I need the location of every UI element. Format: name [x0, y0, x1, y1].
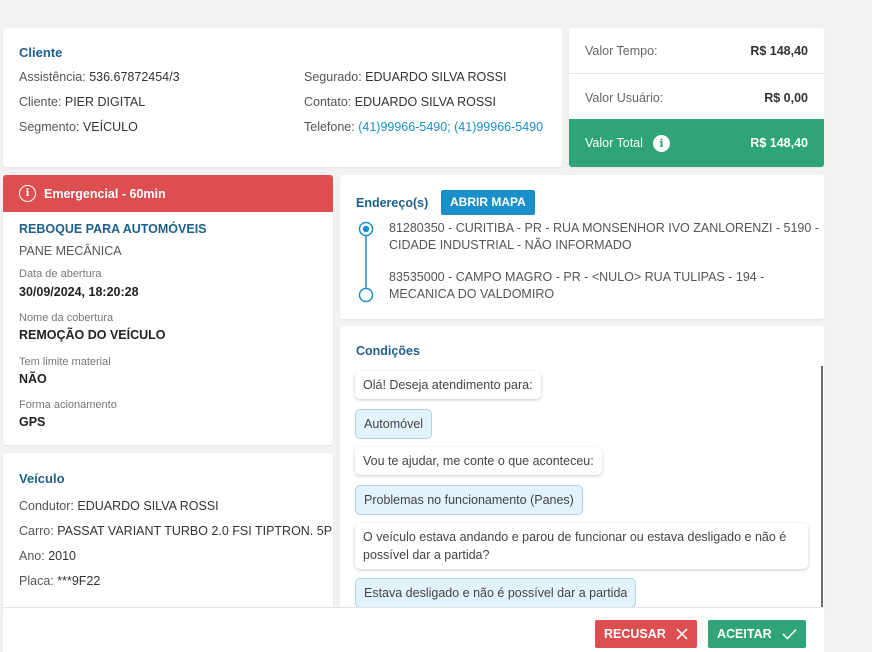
contato-label: Contato:	[304, 95, 352, 109]
chat-question: Vou te ajudar, me conte o que aconteceu:	[355, 447, 602, 475]
valor-usuario-value: R$ 0,00	[764, 90, 808, 105]
cobertura-value: REMOÇÃO DO VEÍCULO	[19, 328, 166, 342]
cliente-title: Cliente	[19, 45, 63, 60]
destino-address: 83535000 - CAMPO MAGRO - PR - <NULO> RUA…	[389, 269, 764, 303]
chat-scrollbar[interactable]	[821, 366, 823, 611]
segurado-field: Segurado: EDUARDO SILVA ROSSI	[304, 70, 506, 84]
recusar-label: RECUSAR	[604, 627, 666, 641]
divider	[569, 73, 824, 74]
valor-total-row: Valor Total i R$ 148,40	[569, 119, 824, 167]
aceitar-button[interactable]: ACEITAR	[708, 620, 806, 648]
aceitar-label: ACEITAR	[717, 627, 772, 641]
cliente-card: Cliente Assistência: 536.67872454/3 Clie…	[3, 28, 562, 167]
info-icon[interactable]: i	[652, 134, 670, 152]
segmento-field: Segmento: VEÍCULO	[19, 120, 138, 134]
valores-panel: Valor Tempo: R$ 148,40 Valor Usuário: R$…	[569, 28, 824, 167]
destino-line2: MECANICA DO VALDOMIRO	[389, 287, 555, 301]
emergencial-label: Emergencial - 60min	[44, 186, 166, 201]
condicoes-title: Condições	[356, 344, 420, 358]
placa-label: Placa:	[19, 574, 54, 588]
condutor-value: EDUARDO SILVA ROSSI	[77, 499, 219, 513]
contato-value: EDUARDO SILVA ROSSI	[354, 95, 496, 109]
emergencial-badge: i Emergencial - 60min	[3, 175, 333, 212]
carro-field: Carro: PASSAT VARIANT TURBO 2.0 FSI TIPT…	[19, 524, 332, 538]
ano-label: Ano:	[19, 549, 45, 563]
forma-value: GPS	[19, 415, 46, 429]
valor-total-label: Valor Total	[585, 135, 643, 150]
carro-label: Carro:	[19, 524, 54, 538]
contato-field: Contato: EDUARDO SILVA ROSSI	[304, 95, 496, 109]
placa-value: ***9F22	[57, 574, 101, 588]
origem-line1: 81280350 - CURITIBA - PR - RUA MONSENHOR…	[389, 221, 819, 235]
telefone-link[interactable]: (41)99966-5490; (41)99966-5490	[358, 120, 543, 134]
abrir-mapa-button[interactable]: ABRIR MAPA	[441, 190, 535, 215]
servico-tipo: REBOQUE PARA AUTOMÓVEIS	[19, 222, 207, 236]
veiculo-title: Veículo	[19, 471, 65, 486]
destino-line1: 83535000 - CAMPO MAGRO - PR - <NULO> RUA…	[389, 270, 765, 284]
valor-total-value: R$ 148,40	[750, 136, 808, 150]
action-footer: RECUSAR ACEITAR	[3, 607, 824, 652]
endereco-title: Endereço(s)	[356, 196, 429, 210]
route-timeline	[358, 221, 374, 303]
check-icon	[782, 628, 797, 640]
limite-label: Tem limite material	[19, 356, 111, 368]
valor-tempo-value: R$ 148,40	[750, 43, 808, 58]
forma-label: Forma acionamento	[19, 399, 117, 411]
cliente-label: Cliente:	[19, 95, 62, 109]
data-abertura-value: 30/09/2024, 18:20:28	[19, 285, 139, 299]
data-abertura-label: Data de abertura	[19, 268, 102, 280]
ano-field: Ano: 2010	[19, 549, 76, 563]
condutor-field: Condutor: EDUARDO SILVA ROSSI	[19, 499, 219, 513]
cobertura-label: Nome da cobertura	[19, 312, 114, 324]
chat-answer: Problemas no funcionamento (Panes)	[355, 485, 583, 515]
close-icon	[676, 628, 688, 640]
origem-line2: CIDADE INDUSTRIAL - NÃO INFORMADO	[389, 238, 632, 252]
cliente-value: PIER DIGITAL	[64, 95, 146, 109]
assistencia-label: Assistência:	[19, 70, 86, 84]
recusar-button[interactable]: RECUSAR	[595, 620, 697, 648]
valor-total-label-wrap: Valor Total i	[585, 134, 670, 152]
ano-value: 2010	[48, 549, 77, 563]
chat-question-line1: O veículo estava andando e parou de func…	[363, 530, 787, 544]
valor-usuario-row: Valor Usuário: R$ 0,00	[569, 75, 824, 120]
alert-icon: i	[19, 185, 36, 202]
placa-field: Placa: ***9F22	[19, 574, 100, 588]
condutor-label: Condutor:	[19, 499, 74, 513]
veiculo-card: Veículo Condutor: EDUARDO SILVA ROSSI Ca…	[3, 453, 333, 613]
assistencia-field: Assistência: 536.67872454/3	[19, 70, 180, 84]
endereco-card: Endereço(s) ABRIR MAPA 81280350 - CURITI…	[340, 175, 824, 319]
telefone-field: Telefone: (41)99966-5490; (41)99966-5490	[304, 120, 543, 134]
chat-question: O veículo estava andando e parou de func…	[355, 523, 808, 569]
carro-value: PASSAT VARIANT TURBO 2.0 FSI TIPTRON. 5P	[57, 524, 333, 538]
segmento-label: Segmento:	[19, 120, 80, 134]
chat-answer: Estava desligado e não é possível dar a …	[355, 578, 637, 608]
chat-answer: Automóvel	[355, 409, 433, 439]
origem-address: 81280350 - CURITIBA - PR - RUA MONSENHOR…	[389, 220, 819, 254]
condicoes-card: Condições Olá! Deseja atendimento para: …	[340, 326, 824, 616]
telefone-label: Telefone:	[304, 120, 355, 134]
valor-tempo-row: Valor Tempo: R$ 148,40	[569, 28, 824, 73]
limite-value: NÃO	[19, 372, 47, 386]
servico-problema: PANE MECÂNICA	[19, 244, 122, 258]
chat-question-line2: possível dar a partida?	[363, 548, 490, 562]
segurado-value: EDUARDO SILVA ROSSI	[365, 70, 507, 84]
cliente-field: Cliente: PIER DIGITAL	[19, 95, 145, 109]
valor-usuario-label: Valor Usuário:	[585, 90, 664, 105]
servico-card: REBOQUE PARA AUTOMÓVEIS PANE MECÂNICA Da…	[3, 212, 333, 445]
segmento-value: VEÍCULO	[82, 120, 138, 134]
segurado-label: Segurado:	[304, 70, 362, 84]
assistencia-value: 536.67872454/3	[89, 70, 180, 84]
chat-question: Olá! Deseja atendimento para:	[355, 371, 541, 399]
valor-tempo-label: Valor Tempo:	[585, 43, 658, 58]
